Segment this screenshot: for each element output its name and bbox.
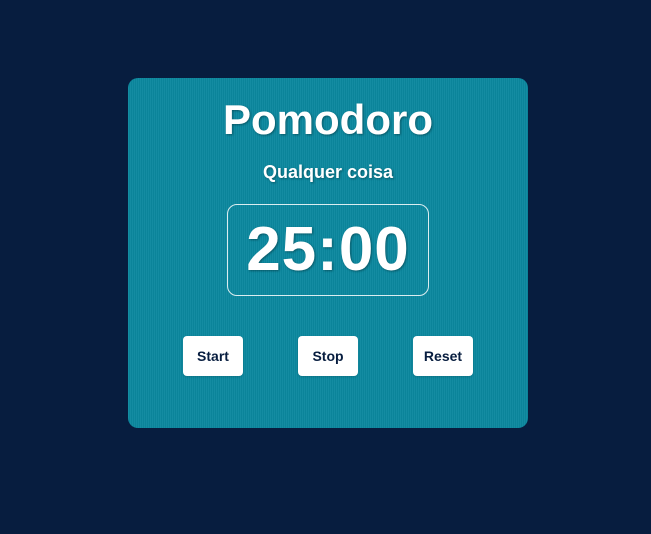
timer-display: 25:00 [246,215,410,284]
stop-button[interactable]: Stop [298,336,358,376]
start-button[interactable]: Start [183,336,243,376]
pomodoro-card: Pomodoro Qualquer coisa 25:00 Start Stop… [128,78,528,428]
page-title: Pomodoro [223,96,433,143]
page: Pomodoro Qualquer coisa 25:00 Start Stop… [0,0,651,534]
timer-display-box: 25:00 [227,204,429,296]
task-subtitle: Qualquer coisa [262,162,394,182]
reset-button[interactable]: Reset [413,336,473,376]
